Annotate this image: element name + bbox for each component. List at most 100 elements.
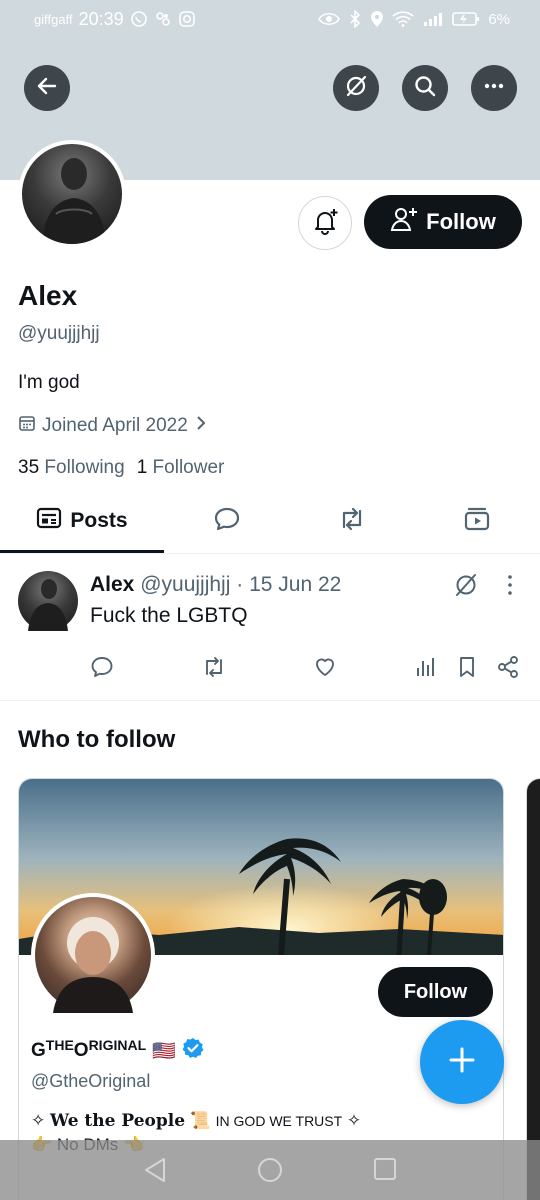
profile-avatar[interactable]: [18, 140, 126, 248]
following-link[interactable]: 35 Following: [18, 457, 125, 479]
instagram-icon: [178, 10, 196, 28]
battery-percent: 6%: [488, 10, 510, 28]
bookmark-icon: [455, 657, 479, 683]
repost-icon: [337, 506, 367, 537]
views-icon: [414, 658, 438, 683]
suggested-user-handle: @GtheOriginal: [31, 1071, 151, 1091]
location-icon: [370, 10, 384, 28]
more-dots-icon: [482, 74, 506, 103]
triangle-back-icon: [142, 1158, 168, 1188]
suggested-user-avatar[interactable]: [31, 893, 155, 1017]
bluetooth-icon: [348, 10, 362, 28]
notifications-subscribe-button[interactable]: [298, 196, 352, 250]
bio-line-1: ✧ We the People 📜 IN GOD WE TRUST ✧: [31, 1109, 471, 1133]
more-options-button[interactable]: [471, 65, 517, 111]
tab-posts-label: Posts: [70, 509, 128, 532]
joined-label: Joined April 2022: [42, 415, 188, 436]
repost-button[interactable]: [201, 655, 227, 684]
post-author-handle[interactable]: @yuujjjhjj: [140, 573, 230, 596]
eye-icon: [318, 11, 341, 27]
clock: 20:39: [78, 8, 124, 29]
like-button[interactable]: [313, 655, 337, 684]
next-suggested-card-edge[interactable]: [526, 778, 540, 1200]
grok-icon: [452, 574, 480, 603]
name-part-o: O: [73, 1040, 89, 1061]
grok-icon: [343, 73, 369, 104]
arrow-left-icon: [35, 74, 59, 103]
bell-plus-icon: [310, 206, 340, 241]
status-left: giffgaff 20:39: [34, 9, 196, 30]
whatsapp-icon: [130, 10, 148, 28]
post-grok-button[interactable]: [452, 571, 480, 604]
chevron-right-icon: [194, 414, 208, 438]
joined-date[interactable]: Joined April 2022: [18, 414, 208, 438]
followers-label: Follower: [152, 457, 225, 478]
active-tab-indicator: [0, 550, 164, 553]
post-date[interactable]: 15 Jun 22: [249, 573, 341, 596]
suggested-follow-button[interactable]: Follow: [378, 967, 493, 1017]
search-icon: [413, 74, 437, 103]
name-part-g: G: [31, 1040, 46, 1061]
profile-screen: giffgaff 20:39 6% Follow Alex @yuujjjhjj…: [0, 0, 540, 1200]
follow-button[interactable]: Follow: [364, 195, 522, 249]
post-text: Fuck the LGBTQ: [90, 604, 248, 627]
app-notification-icon: [154, 10, 172, 28]
system-navigation-bar: [0, 1140, 540, 1200]
like-icon: [313, 658, 337, 683]
sparkle-left: ✧: [31, 1111, 46, 1130]
grok-button[interactable]: [333, 65, 379, 111]
views-button[interactable]: [414, 655, 438, 684]
profile-tabs: Posts: [0, 490, 540, 554]
following-count: 35: [18, 457, 40, 478]
follow-button-label: Follow: [426, 209, 496, 234]
calendar-icon: [18, 414, 36, 438]
tab-replies[interactable]: [164, 490, 289, 552]
nav-back-button[interactable]: [142, 1156, 168, 1189]
post-header: Alex @yuujjjhjj · 15 Jun 22: [90, 573, 341, 597]
post-separator: ·: [236, 573, 244, 596]
bookmark-button[interactable]: [455, 655, 479, 684]
reply-icon: [90, 657, 114, 683]
person-add-icon: [390, 206, 418, 238]
name-part-rest: RIGINAL: [88, 1037, 147, 1053]
followers-link[interactable]: 1 Follower: [137, 457, 225, 479]
share-button[interactable]: [496, 655, 520, 684]
nav-recents-button[interactable]: [372, 1156, 398, 1189]
who-to-follow-heading: Who to follow: [18, 726, 176, 753]
posts-icon: [36, 506, 62, 536]
followers-count: 1: [136, 457, 148, 478]
repost-icon: [201, 657, 227, 683]
tab-reposts[interactable]: [289, 490, 414, 552]
compose-post-button[interactable]: [420, 1020, 504, 1104]
back-button[interactable]: [24, 65, 70, 111]
tab-media[interactable]: [414, 490, 540, 552]
search-button[interactable]: [402, 65, 448, 111]
name-part-the: THE: [45, 1037, 74, 1053]
nav-home-button[interactable]: [256, 1156, 284, 1189]
us-flag-icon: 🇺🇸: [152, 1041, 176, 1062]
follow-stats: 35 Following 1 Follower: [18, 457, 224, 479]
profile-name: Alex: [18, 280, 78, 311]
status-right: 6%: [318, 10, 510, 28]
tab-posts[interactable]: Posts: [0, 490, 164, 553]
post-actions: [0, 655, 540, 689]
sparkle-right: ✧: [346, 1111, 362, 1130]
post-author-name[interactable]: Alex: [90, 573, 134, 596]
more-vertical-icon: [500, 575, 520, 603]
suggested-user-card[interactable]: Follow G THE O RIGINAL 🇺🇸 @GtheOriginal ✧ W…: [18, 778, 504, 1200]
following-label: Following: [44, 457, 125, 478]
status-bar: giffgaff 20:39 6%: [0, 0, 540, 38]
post-author-avatar[interactable]: [18, 571, 78, 631]
scroll-emoji: 📜: [189, 1111, 211, 1130]
profile-bio: I'm god: [18, 372, 80, 393]
profile-handle: @yuujjjhjj: [18, 323, 100, 344]
share-icon: [496, 656, 520, 683]
reply-button[interactable]: [90, 655, 114, 684]
post[interactable]: Alex @yuujjjhjj · 15 Jun 22 Fuck the LGB…: [0, 555, 540, 701]
verified-badge-icon: [182, 1037, 204, 1065]
post-more-button[interactable]: [500, 571, 520, 604]
reply-icon: [213, 506, 241, 537]
carrier-label: giffgaff: [34, 11, 73, 27]
plus-icon: [447, 1045, 477, 1080]
suggested-user-name[interactable]: G THE O RIGINAL 🇺🇸: [31, 1037, 204, 1065]
